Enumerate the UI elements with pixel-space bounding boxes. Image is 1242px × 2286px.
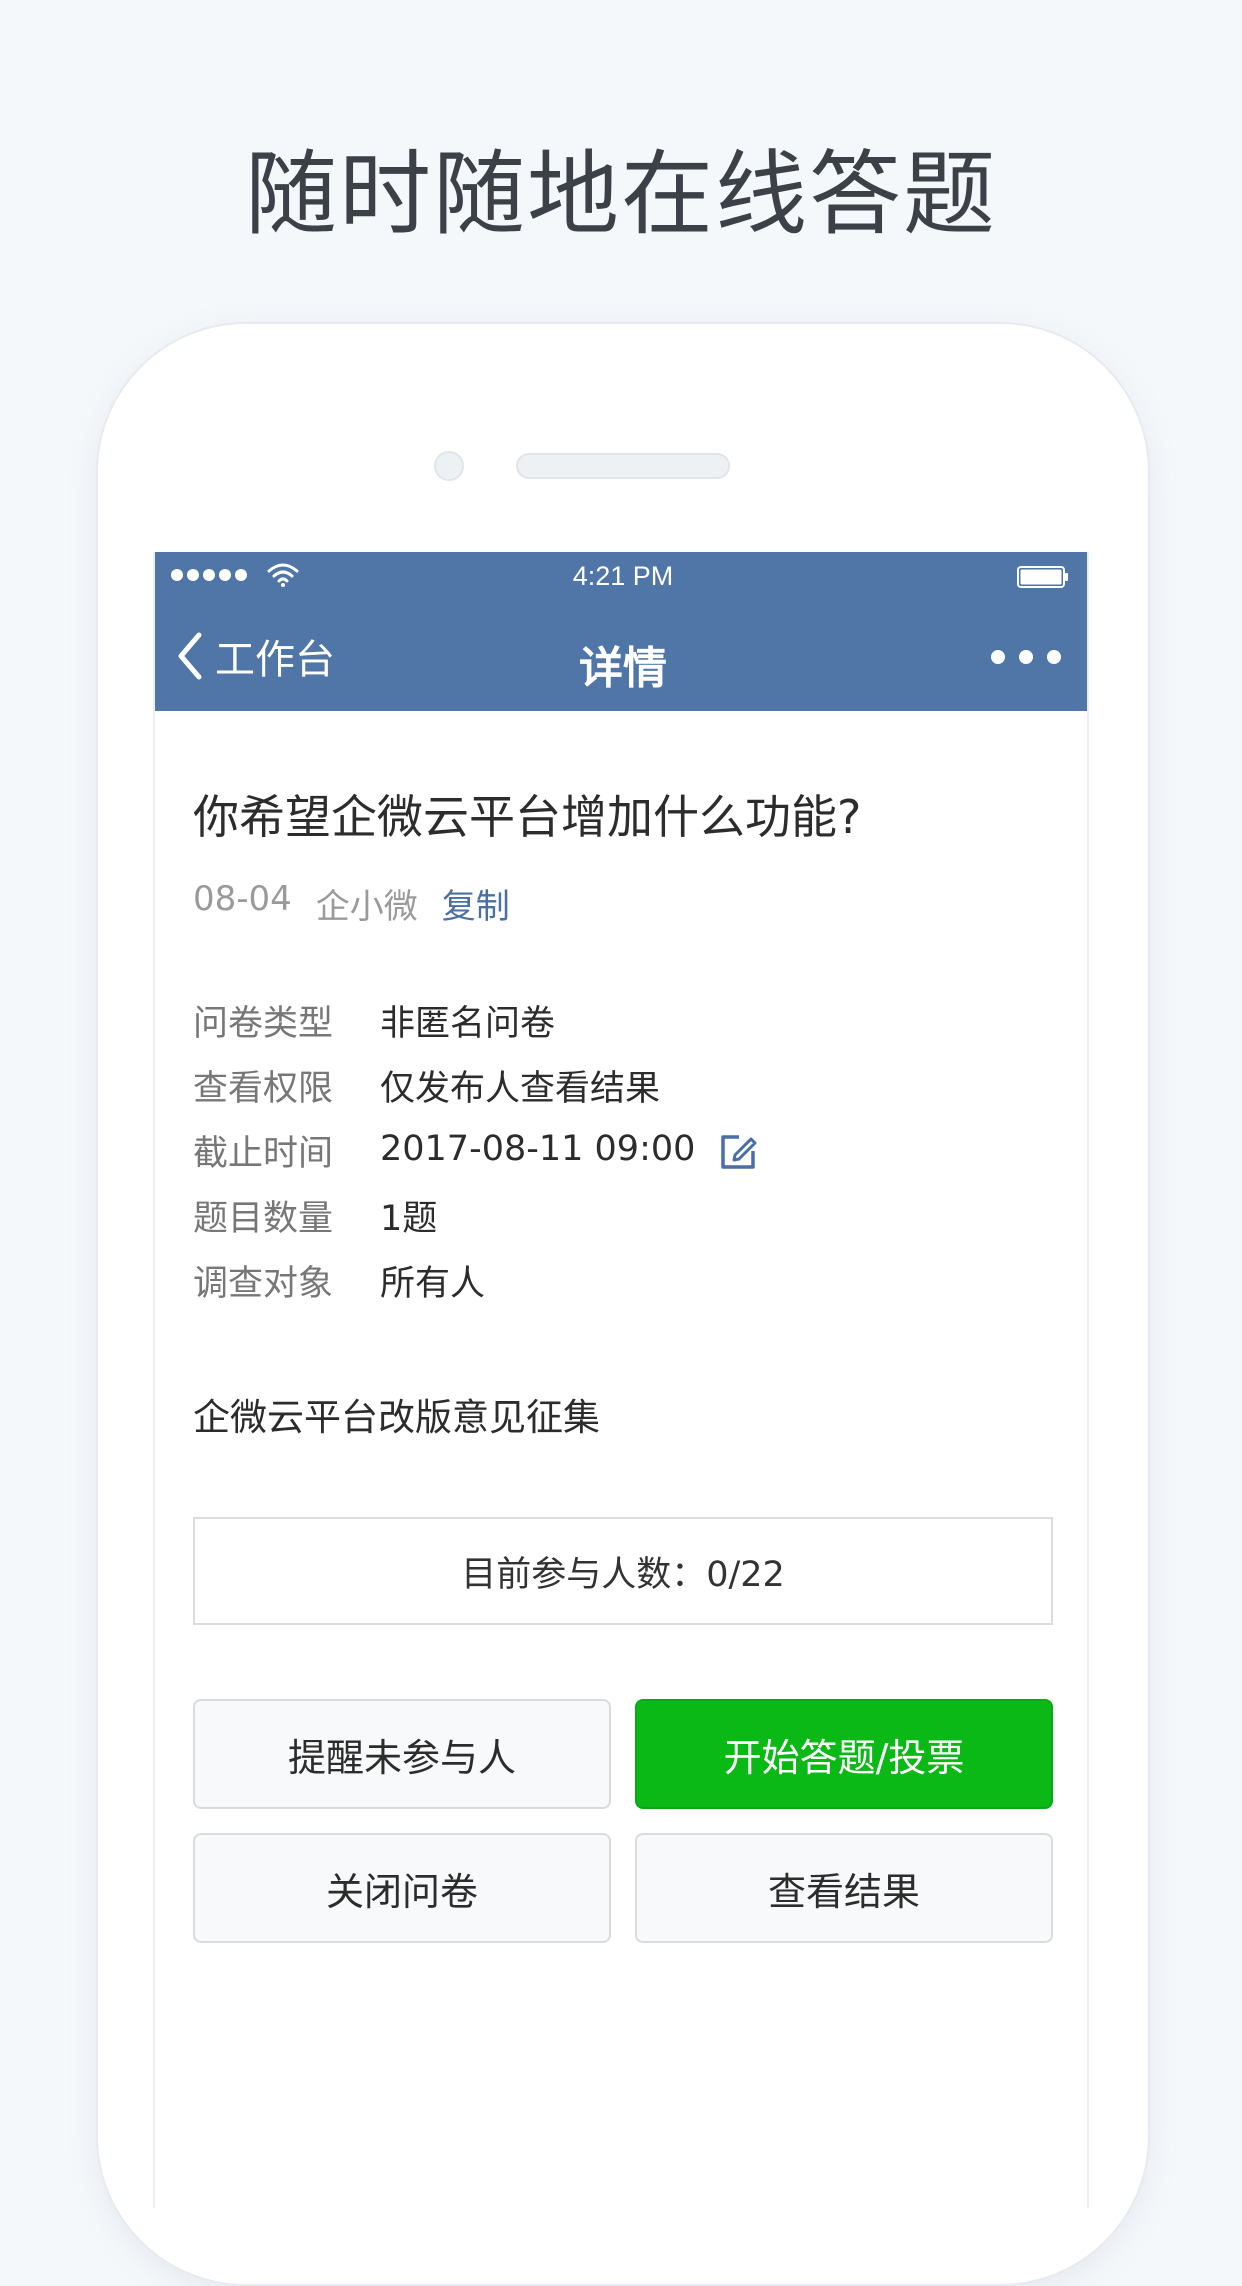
front-camera [434, 451, 464, 481]
top-bar: 4:21 PM 工作台 详情 [155, 552, 1087, 711]
copy-link[interactable]: 复制 [442, 879, 510, 928]
edit-icon[interactable] [717, 1131, 759, 1173]
info-label: 题目数量 [193, 1199, 334, 1239]
battery-icon [1017, 566, 1068, 588]
info-value: 非匿名问卷 [380, 1004, 556, 1044]
info-row-type: 问卷类型 非匿名问卷 [193, 995, 1053, 1060]
more-button[interactable] [991, 642, 1061, 672]
info-row-question-count: 题目数量 1题 [193, 1190, 1053, 1255]
survey-info-table: 问卷类型 非匿名问卷 查看权限 仅发布人查看结果 截止时间 2017-08-11… [193, 995, 1053, 1320]
info-row-permission: 查看权限 仅发布人查看结果 [193, 1060, 1053, 1125]
info-label: 问卷类型 [193, 1004, 334, 1044]
info-label: 截止时间 [193, 1134, 334, 1174]
page-title: 详情 [579, 643, 667, 694]
view-results-button[interactable]: 查看结果 [635, 1833, 1053, 1943]
promo-title: 随时随地在线答题 [244, 141, 997, 248]
start-answer-button[interactable]: 开始答题/投票 [635, 1699, 1053, 1809]
info-value: 所有人 [380, 1264, 486, 1304]
survey-description: 企微云平台改版意见征集 [193, 1396, 600, 1439]
info-row-audience: 调查对象 所有人 [193, 1255, 1053, 1320]
survey-title: 你希望企微云平台增加什么功能? [193, 790, 862, 844]
navigation-bar: 工作台 详情 [155, 602, 1087, 711]
remind-button[interactable]: 提醒未参与人 [193, 1699, 611, 1809]
info-row-deadline: 截止时间 2017-08-11 09:00 [193, 1125, 1053, 1190]
info-value: 1题 [380, 1199, 438, 1239]
participant-count: 目前参与人数：0/22 [193, 1517, 1053, 1625]
info-value: 仅发布人查看结果 [380, 1069, 661, 1109]
more-dots-icon [991, 650, 1005, 664]
earpiece-speaker [516, 453, 730, 479]
status-time: 4:21 PM [572, 561, 674, 591]
survey-date: 08-04 [193, 879, 292, 919]
close-survey-button[interactable]: 关闭问卷 [193, 1833, 611, 1943]
info-label: 查看权限 [193, 1069, 334, 1109]
app-screen: 4:21 PM 工作台 详情 你希望企微云平台增加什么功能? 08-04 企小微… [153, 552, 1089, 2208]
survey-author: 企小微 [315, 887, 418, 927]
status-bar: 4:21 PM [155, 552, 1087, 602]
survey-meta: 08-04 企小微 复制 [193, 879, 510, 928]
info-label: 调查对象 [193, 1264, 334, 1304]
deadline-value: 2017-08-11 09:00 [380, 1129, 696, 1169]
